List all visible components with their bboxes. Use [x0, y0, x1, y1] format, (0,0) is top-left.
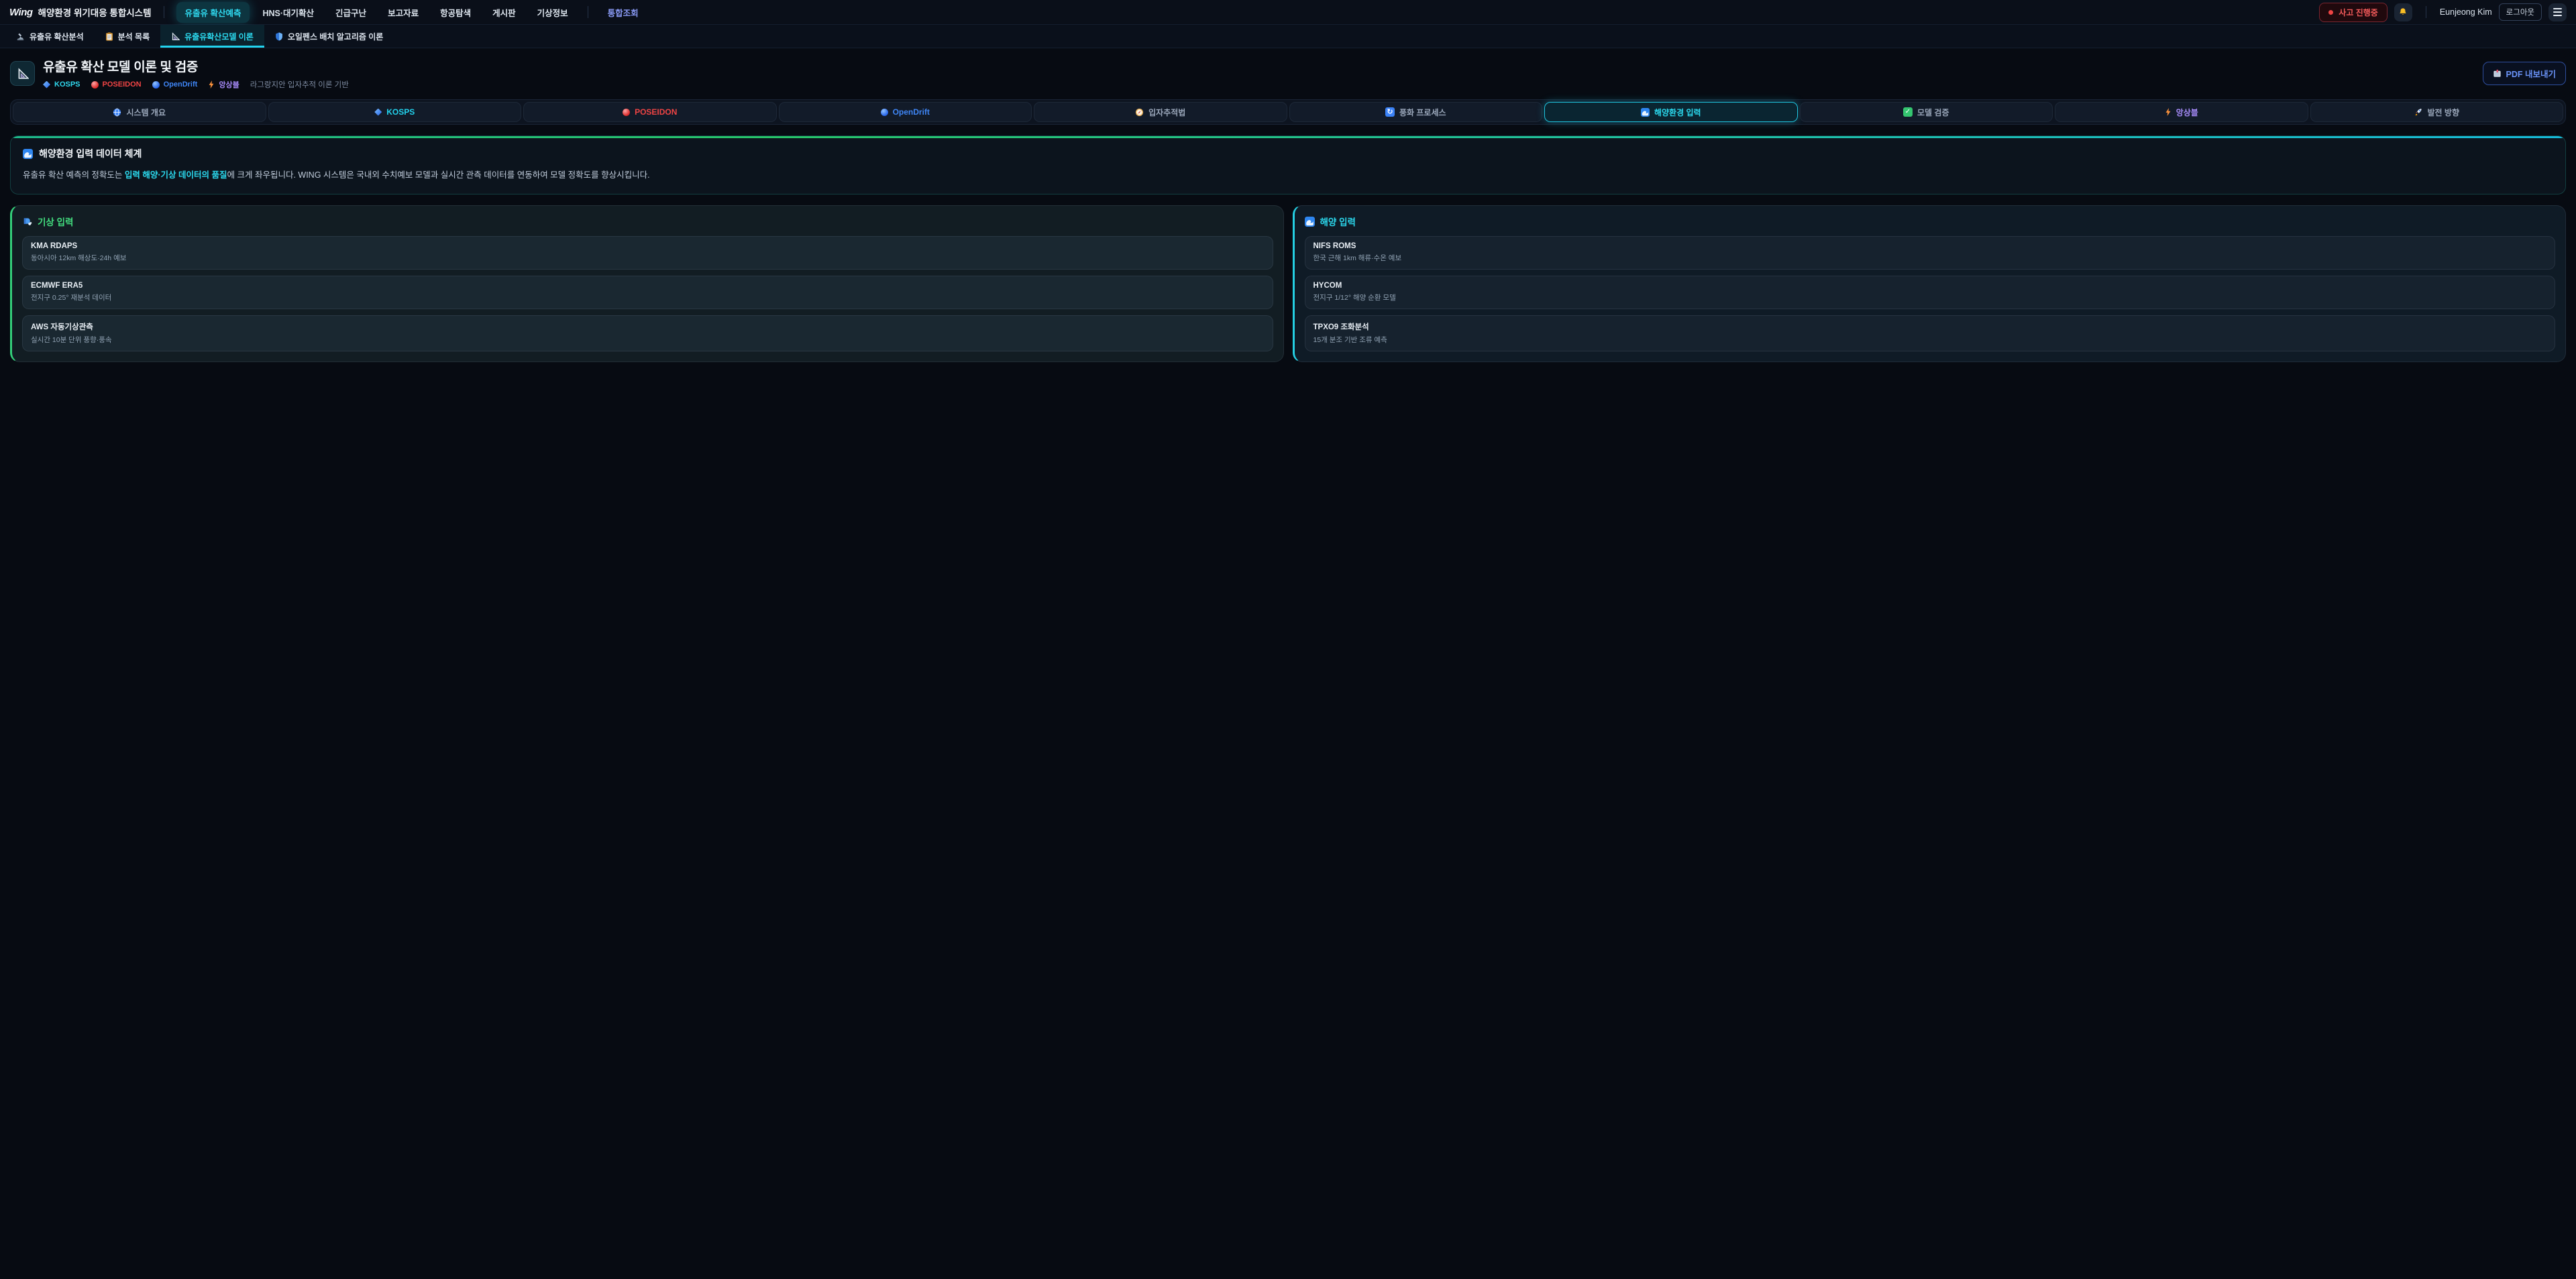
tab-particle-tracking[interactable]: 입자추적법 — [1034, 102, 1287, 122]
subtab-label: 유출유확산모델 이론 — [184, 31, 254, 42]
nav-item-board[interactable]: 게시판 — [484, 2, 525, 23]
nav-item-weather-info[interactable]: 기상정보 — [529, 2, 577, 23]
ocean-card-title: 해양 입력 — [1320, 215, 1356, 228]
ocean-input-card: 해양 입력 NIFS ROMS 한국 근해 1km 해류·수온 예보 HYCOM… — [1293, 205, 2567, 362]
intro-heading-row: 해양환경 입력 데이터 체계 — [23, 147, 2553, 160]
app-title: 해양환경 위기대응 통합시스템 — [38, 5, 152, 19]
tab-future-direction[interactable]: 발전 방향 — [2310, 102, 2564, 122]
nav-item-integrated-search[interactable]: 통합조회 — [599, 2, 647, 23]
blue-sphere-icon — [881, 109, 888, 116]
pdf-icon — [2493, 69, 2502, 78]
model-basis-note: 라그랑지안 입자추적 이론 기반 — [250, 79, 349, 90]
intro-panel: 해양환경 입력 데이터 체계 유출유 확산 예측의 정확도는 입력 해양·기상 … — [10, 135, 2566, 194]
diamond-icon — [43, 81, 50, 89]
tab-kosps[interactable]: KOSPS — [268, 102, 522, 122]
subtab-label: 오일펜스 배치 알고리즘 이론 — [288, 31, 383, 42]
incident-status-badge[interactable]: 사고 진행중 — [2319, 3, 2387, 22]
notifications-button[interactable] — [2394, 3, 2412, 21]
nav-item-reports[interactable]: 보고자료 — [379, 2, 427, 23]
ocean-card-items: NIFS ROMS 한국 근해 1km 해류·수온 예보 HYCOM 전지구 1… — [1305, 236, 2556, 351]
subtab-spill-model-theory[interactable]: 유출유확산모델 이론 — [160, 25, 264, 48]
logout-button[interactable]: 로그아웃 — [2499, 3, 2542, 21]
app-logo: Wing — [9, 7, 33, 18]
weather-input-card: 기상 입력 KMA RDAPS 동아시아 12km 해상도·24h 예보 ECM… — [10, 205, 1284, 362]
sub-tab-bar: 유출유 확산분석 분석 목록 유출유확산모델 이론 — [0, 25, 2576, 48]
wave-icon — [1305, 217, 1315, 227]
red-sphere-icon — [91, 81, 99, 89]
subtab-label: 분석 목록 — [118, 31, 150, 42]
input-data-cards: 기상 입력 KMA RDAPS 동아시아 12km 해상도·24h 예보 ECM… — [10, 205, 2566, 362]
wave-icon — [23, 149, 33, 159]
page-title-block: 유출유 확산 모델 이론 및 검증 KOSPS POSEIDON OpenDri… — [43, 57, 349, 90]
main-content: 유출유 확산 모델 이론 및 검증 KOSPS POSEIDON OpenDri… — [0, 57, 2576, 362]
incident-dot-icon — [2328, 10, 2333, 15]
weather-card-header: 기상 입력 — [22, 215, 1273, 228]
badge-ensemble: 앙상블 — [208, 79, 239, 90]
ocean-card-header: 해양 입력 — [1305, 215, 2556, 228]
section-tab-bar: 시스템 개요 KOSPS POSEIDON OpenDrift 입자추적법 — [10, 99, 2566, 125]
page-title: 유출유 확산 모델 이론 및 검증 — [43, 57, 349, 75]
tab-ensemble[interactable]: 앙상블 — [2055, 102, 2308, 122]
intro-heading: 해양환경 입력 데이터 체계 — [39, 147, 142, 160]
tab-model-validation[interactable]: ✓ 모델 검증 — [1800, 102, 2053, 122]
refresh-icon: ↻ — [1385, 107, 1395, 117]
tab-system-overview[interactable]: 시스템 개요 — [13, 102, 266, 122]
badge-kosps: KOSPS — [43, 80, 80, 89]
clipboard-icon — [105, 32, 113, 41]
list-item-ecmwf-era5: ECMWF ERA5 전지구 0.25° 재분석 데이터 — [22, 276, 1273, 309]
list-item-kma-rdaps: KMA RDAPS 동아시아 12km 해상도·24h 예보 — [22, 236, 1273, 270]
model-badge-row: KOSPS POSEIDON OpenDrift 앙상블 — [43, 79, 349, 90]
badge-opendrift: OpenDrift — [152, 80, 198, 89]
list-item-hycom: HYCOM 전지구 1/12° 해양 순환 모델 — [1305, 276, 2556, 309]
wind-face-icon — [22, 217, 32, 227]
diamond-icon — [374, 109, 382, 116]
hamburger-icon — [2553, 8, 2562, 16]
weather-card-items: KMA RDAPS 동아시아 12km 해상도·24h 예보 ECMWF ERA… — [22, 236, 1273, 351]
bell-icon — [2398, 7, 2408, 17]
subtab-spill-analysis[interactable]: 유출유 확산분석 — [5, 25, 95, 48]
globe-icon — [113, 108, 121, 117]
rocket-icon — [2414, 108, 2423, 117]
wave-icon — [1641, 108, 1650, 117]
subtab-oil-fence-theory[interactable]: 오일펜스 배치 알고리즘 이론 — [264, 25, 394, 48]
blue-sphere-icon — [152, 81, 160, 89]
user-name: Eunjeong Kim — [2440, 7, 2492, 17]
nav-item-oil-spill-prediction[interactable]: 유출유 확산예측 — [176, 2, 250, 23]
nav-item-aerial-search[interactable]: 항공탐색 — [431, 2, 480, 23]
tab-opendrift[interactable]: OpenDrift — [779, 102, 1032, 122]
subtab-label: 유출유 확산분석 — [30, 31, 84, 42]
incident-label: 사고 진행중 — [2339, 7, 2378, 18]
intro-highlight: 입력 해양·기상 데이터의 품질 — [125, 170, 227, 180]
nav-item-hns-air-dispersion[interactable]: HNS·대기확산 — [254, 2, 323, 23]
tab-poseidon[interactable]: POSEIDON — [523, 102, 777, 122]
tab-weathering-process[interactable]: ↻ 풍화 프로세스 — [1289, 102, 1543, 122]
list-item-nifs-roms: NIFS ROMS 한국 근해 1km 해류·수온 예보 — [1305, 236, 2556, 270]
compass-icon — [1135, 108, 1144, 117]
list-item-tpxo9: TPXO9 조화분석 15개 분조 기반 조류 예측 — [1305, 315, 2556, 351]
menu-button[interactable] — [2548, 3, 2567, 21]
intro-body: 유출유 확산 예측의 정확도는 입력 해양·기상 데이터의 품질에 크게 좌우됩… — [23, 169, 2553, 182]
tab-marine-environment-input[interactable]: 해양환경 입력 — [1544, 102, 1798, 122]
microscope-icon — [16, 32, 25, 41]
red-sphere-icon — [623, 109, 630, 116]
badge-poseidon: POSEIDON — [91, 80, 142, 89]
page-header: 유출유 확산 모델 이론 및 검증 KOSPS POSEIDON OpenDri… — [10, 57, 2566, 90]
page-title-icon-box — [10, 61, 35, 86]
pdf-export-button[interactable]: PDF 내보내기 — [2483, 62, 2566, 85]
weather-card-title: 기상 입력 — [38, 215, 73, 228]
shield-icon — [275, 32, 283, 41]
nav-item-emergency-rescue[interactable]: 긴급구난 — [327, 2, 375, 23]
top-navbar: Wing 해양환경 위기대응 통합시스템 유출유 확산예측 HNS·대기확산 긴… — [0, 0, 2576, 25]
subtab-analysis-list[interactable]: 분석 목록 — [95, 25, 161, 48]
triangle-ruler-icon — [17, 68, 29, 80]
navbar-right: 사고 진행중 Eunjeong Kim 로그아웃 — [2319, 3, 2567, 22]
lightning-icon — [2165, 108, 2171, 116]
lightning-icon — [208, 80, 215, 89]
triangle-ruler-icon — [171, 32, 180, 41]
main-menu: 유출유 확산예측 HNS·대기확산 긴급구난 보고자료 항공탐색 게시판 기상정… — [176, 2, 647, 23]
list-item-aws: AWS 자동기상관측 실시간 10분 단위 풍향·풍속 — [22, 315, 1273, 351]
check-icon: ✓ — [1903, 107, 1913, 117]
